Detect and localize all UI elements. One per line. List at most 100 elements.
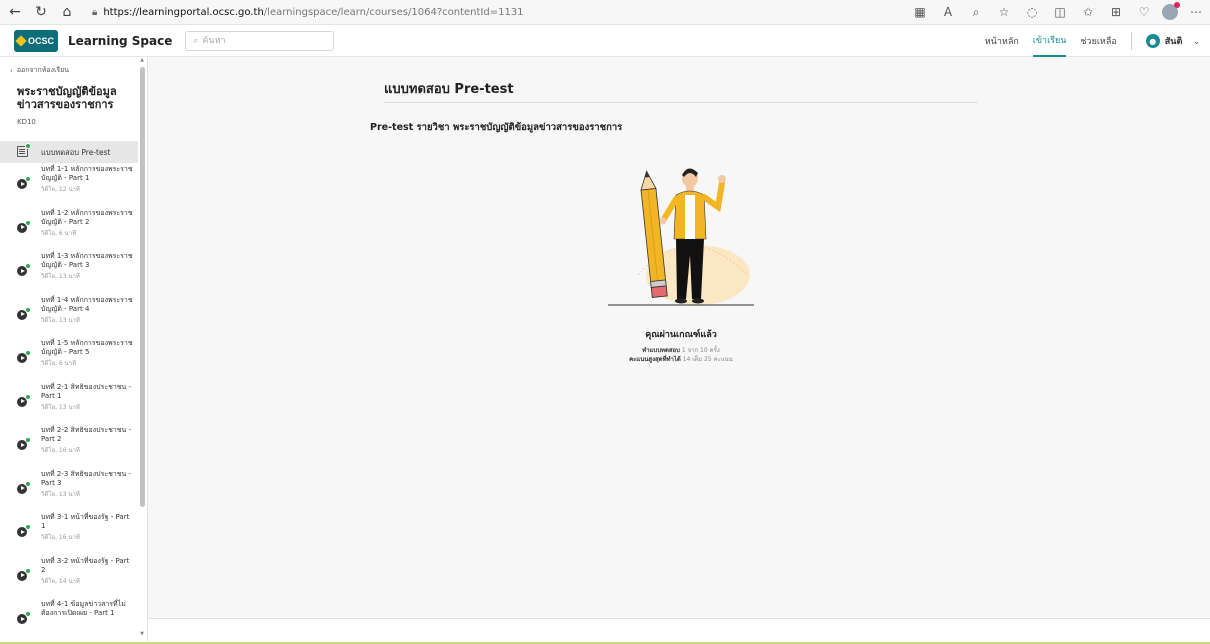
check-icon	[25, 480, 31, 487]
lesson-name: บทที่ 3-2 หน้าที่ของรัฐ - Part 2	[41, 556, 130, 574]
lesson-name: บทที่ 1-3 หลักการของพระราชบัญญัติ - Part…	[41, 252, 133, 269]
lesson-meta: วิดีโอ, 12 นาที	[41, 186, 80, 193]
collections-icon[interactable]: ⊞	[1106, 2, 1126, 22]
home-icon[interactable]: ⌂	[56, 1, 78, 23]
quiz-subtitle: Pre-test รายวิชา พระราชบัญญัติข้อมูลข่าว…	[370, 122, 623, 133]
app-header: OCSC Learning Space ⌕ หน้าหลัก เข้าเรียน…	[0, 25, 1210, 57]
lesson-name: บทที่ 2-1 สิทธิของประชาชน - Part 1	[41, 382, 132, 400]
top-nav: หน้าหลัก เข้าเรียน ช่วยเหลือ ● สันติ ⌄	[985, 25, 1200, 57]
lesson-item[interactable]: บทที่ 3-1 หน้าที่ของรัฐ - Part 1 วิดีโอ, …	[0, 513, 138, 557]
attempts-value: 1 จาก 10 ครั้ง	[681, 347, 720, 354]
page-title: แบบทดสอบ Pre-test	[384, 82, 514, 97]
lesson-item[interactable]: บทที่ 3-2 หน้าที่ของรัฐ - Part 2 วิดีโอ, …	[0, 557, 138, 601]
logo-text: OCSC	[28, 35, 55, 46]
back-label: ออกจากห้องเรียน	[16, 66, 70, 74]
read-aloud-icon[interactable]: A	[938, 2, 958, 22]
check-icon	[25, 350, 31, 356]
lesson-item[interactable]: บทที่ 2-2 สิทธิของประชาชน - Part 2 วิดีโอ…	[0, 426, 138, 470]
url-host: https://learningportal.ocsc.go.th	[103, 6, 264, 18]
lesson-item[interactable]: บทที่ 4-1 ข้อมูลข่าวสารที่ไม่ต้องการเปิด…	[0, 600, 138, 644]
lesson-meta: วิดีโอ, 13 นาที	[41, 490, 80, 498]
video-icon	[17, 524, 31, 540]
nav-help[interactable]: ช่วยเหลือ	[1080, 25, 1116, 57]
video-icon	[17, 611, 31, 627]
lesson-item[interactable]: บทที่ 1-1 หลักการของพระราชบัญญัติ - Part…	[0, 165, 138, 209]
browser-essentials-icon[interactable]: ♡	[1134, 2, 1154, 22]
video-icon	[17, 350, 31, 366]
zoom-icon[interactable]: ⌕	[966, 2, 986, 22]
nav-learn[interactable]: เข้าเรียน	[1032, 25, 1067, 57]
chevron-down-icon: ⌄	[1193, 36, 1200, 46]
browser-actions: ▦ A ⌕ ☆ ◌ ◫ ✩ ⊞ ♡ ⋯	[910, 2, 1206, 22]
lesson-name: บทที่ 1-4 หลักการของพระราชบัญญัติ - Part…	[41, 295, 133, 313]
check-icon	[25, 567, 31, 574]
extension-icon[interactable]: ◌	[1022, 2, 1042, 22]
brand-name: Learning Space	[68, 33, 173, 48]
chevron-left-icon: ‹	[10, 66, 13, 75]
video-icon	[17, 263, 31, 279]
lesson-item[interactable]: บทที่ 2-1 สิทธิของประชาชน - Part 1 วิดีโอ…	[0, 383, 138, 427]
scroll-up-icon[interactable]: ▲	[139, 57, 145, 63]
lesson-name: แบบทดสอบ Pre-test	[41, 147, 111, 157]
pass-illustration	[608, 168, 754, 306]
ocsc-logo[interactable]: OCSC	[14, 29, 58, 52]
lesson-name: บทที่ 1-5 หลักการของพระราชบัญญัติ - Part…	[41, 339, 133, 356]
video-icon	[17, 437, 31, 453]
search-input[interactable]	[202, 35, 323, 46]
main-content: แบบทดสอบ Pre-test Pre-test รายวิชา พระรา…	[148, 57, 1210, 644]
user-menu[interactable]: ● สันติ ⌄	[1145, 34, 1200, 48]
lesson-name: บทที่ 2-2 สิทธิของประชาชน - Part 2	[41, 426, 132, 443]
lesson-item[interactable]: บทที่ 2-3 สิทธิของประชาชน - Part 3 วิดีโอ…	[0, 470, 138, 514]
profile-avatar[interactable]	[1162, 2, 1180, 20]
lesson-meta: วิดีโอ, 16 นาที	[41, 447, 80, 454]
lesson-item-pretest[interactable]: แบบทดสอบ Pre-test	[0, 141, 138, 163]
lesson-item[interactable]: บทที่ 1-5 หลักการของพระราชบัญญัติ - Part…	[0, 339, 138, 383]
search-icon: ⌕	[193, 35, 199, 46]
title-divider	[384, 102, 978, 103]
lesson-name: บทที่ 2-3 สิทธิของประชาชน - Part 3	[41, 469, 132, 487]
search-box[interactable]: ⌕	[185, 30, 335, 51]
lesson-item[interactable]: บทที่ 1-2 หลักการของพระราชบัญญัติ - Part…	[0, 209, 138, 253]
lesson-meta: วิดีโอ, 13 นาที	[41, 273, 80, 280]
lesson-item[interactable]: บทที่ 1-4 หลักการของพระราชบัญญัติ - Part…	[0, 296, 138, 340]
url-path: /learningspace/learn/courses/1064?conten…	[263, 6, 524, 18]
video-icon	[17, 306, 31, 323]
favorites-list-icon[interactable]: ✩	[1078, 2, 1098, 22]
split-screen-icon[interactable]: ◫	[1050, 2, 1070, 22]
lesson-meta: วิดีโอ, 16 นาที	[41, 534, 80, 541]
lesson-name: บทที่ 3-1 หน้าที่ของรัฐ - Part 1	[41, 513, 130, 530]
course-code: KD10	[17, 118, 36, 126]
browser-toolbar: ← ↻ ⌂ 🔒︎ https://learningportal.ocsc.go.…	[0, 0, 1210, 25]
lesson-list: แบบทดสอบ Pre-test บทที่ 1-1 หลักการของพร…	[0, 141, 138, 644]
check-icon	[25, 393, 31, 400]
more-icon[interactable]: ⋯	[1186, 2, 1206, 22]
back-to-classroom-link[interactable]: ‹ ออกจากห้องเรียน	[10, 65, 69, 76]
check-icon	[25, 437, 31, 443]
logo-mark-icon	[15, 34, 27, 47]
course-sidebar: ‹ ออกจากห้องเรียน พระราชบัญญัติข้อมูลข่า…	[0, 57, 148, 644]
back-icon[interactable]: ←	[4, 1, 26, 23]
lesson-meta: วิดีโอ, 14 นาที	[41, 577, 80, 585]
lesson-item[interactable]: บทที่ 1-3 หลักการของพระราชบัญญัติ - Part…	[0, 252, 138, 296]
score-label: คะแนนสูงสุดที่ทำได้	[629, 356, 681, 363]
attempts-label: ทำแบบทดสอบ	[642, 347, 680, 354]
lesson-name: บทที่ 4-1 ข้อมูลข่าวสารที่ไม่ต้องการเปิด…	[41, 600, 126, 617]
reader-icon[interactable]: ▦	[910, 2, 930, 22]
lock-icon: 🔒︎	[92, 6, 98, 18]
nav-home[interactable]: หน้าหลัก	[985, 25, 1019, 57]
check-icon	[25, 142, 31, 149]
check-icon	[25, 524, 31, 530]
result-title: คุณผ่านเกณฑ์แล้ว	[645, 330, 717, 340]
video-icon	[17, 393, 31, 410]
lesson-meta: วิดีโอ, 6 นาที	[41, 360, 77, 367]
check-icon	[25, 611, 31, 617]
scroll-thumb[interactable]	[140, 67, 145, 507]
address-bar[interactable]: https://learningportal.ocsc.go.th/learni…	[103, 7, 523, 18]
sidebar-scrollbar[interactable]: ▲ ▼	[139, 57, 145, 637]
scroll-down-icon[interactable]: ▼	[139, 631, 145, 637]
check-icon	[25, 176, 31, 182]
favorite-icon[interactable]: ☆	[994, 2, 1014, 22]
lesson-meta: วิดีโอ, 6 นาที	[41, 229, 77, 237]
refresh-icon[interactable]: ↻	[30, 1, 52, 23]
video-icon	[17, 176, 31, 192]
